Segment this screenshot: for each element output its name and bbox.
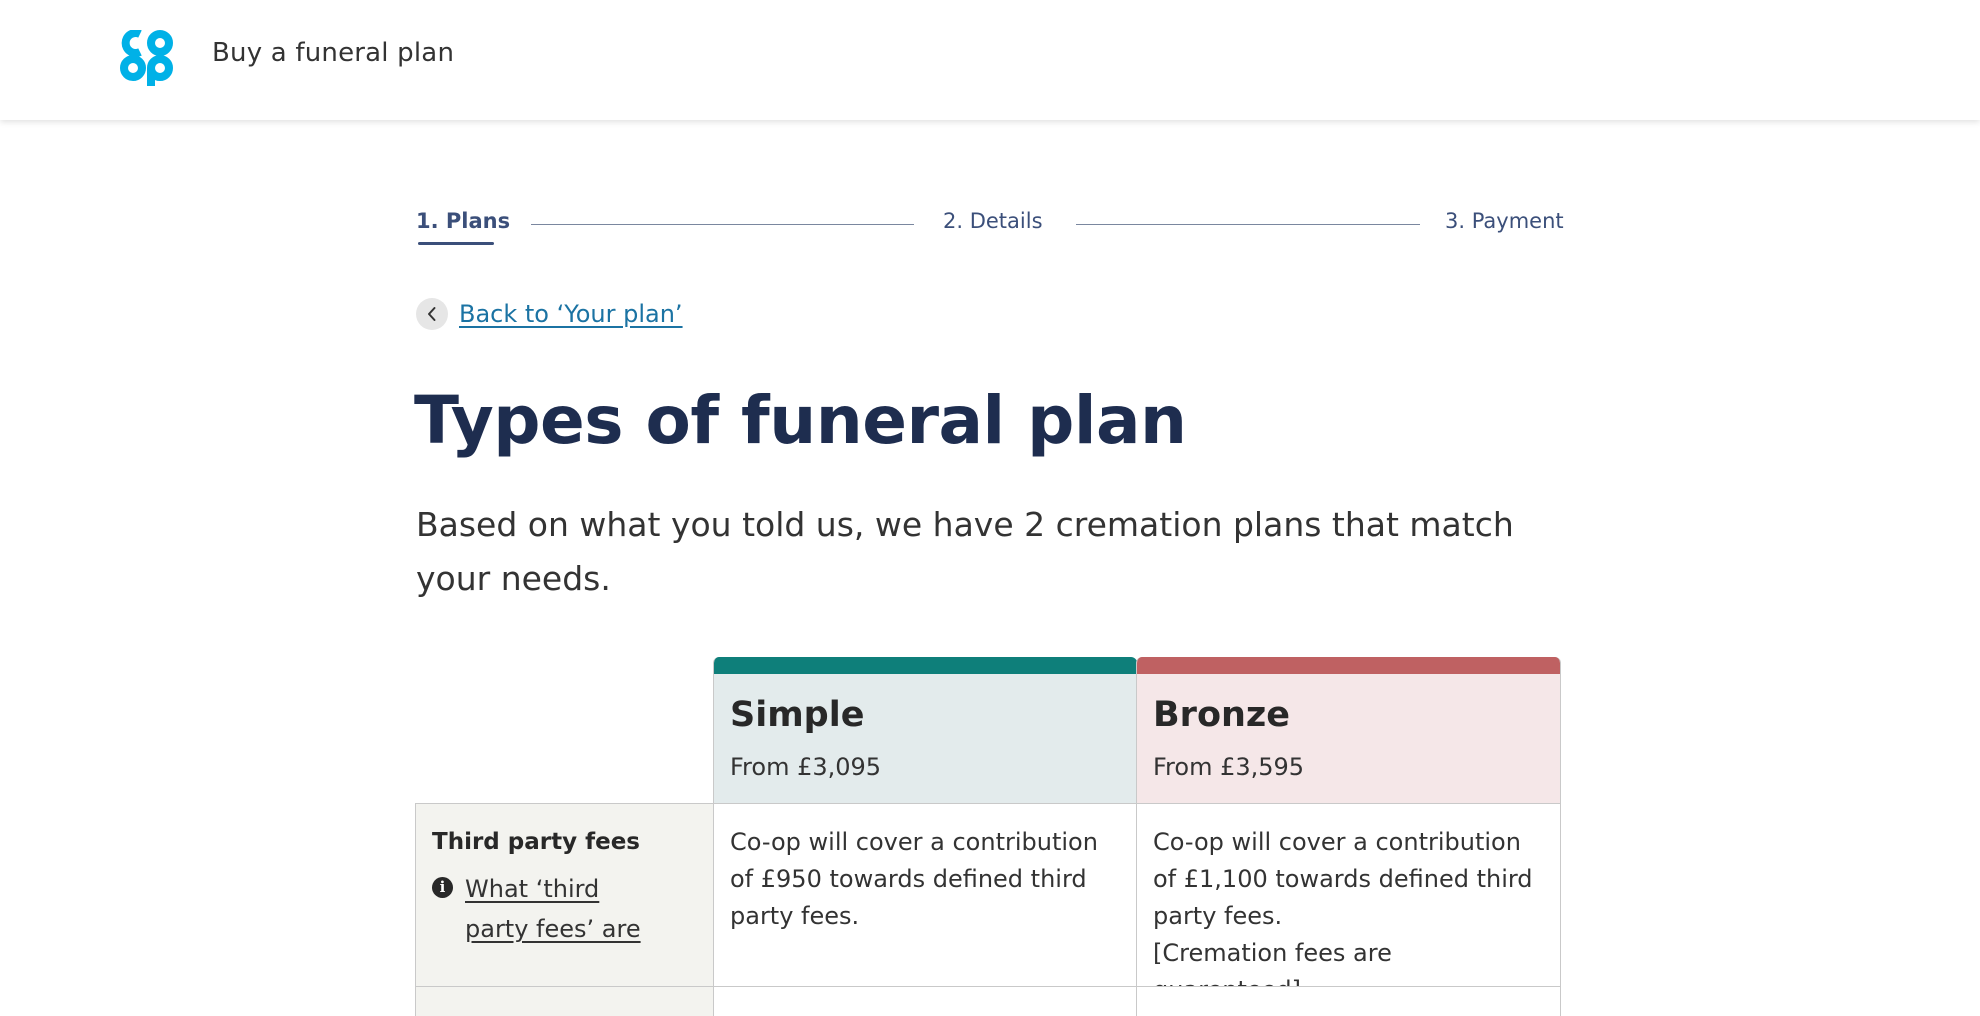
cell-text: Co-op will cover a contribution of £950 … [730,828,1098,930]
bronze-plan-cell [1136,986,1561,1016]
bronze-plan-cell: Co-op will cover a contribution of £1,10… [1136,803,1561,1004]
lead-paragraph: Based on what you told us, we have 2 cre… [416,505,1514,598]
plan-price: From £3,095 [730,753,882,781]
plan-accent-bar [1137,657,1560,674]
back-link[interactable]: Back to ‘Your plan’ [416,298,683,330]
plan-price: From £3,595 [1153,753,1305,781]
step-details: 2. Details [943,209,1043,233]
progress-steps: 1. Plans 2. Details 3. Payment [416,205,1564,245]
table-row [415,986,1561,1016]
help-link-label[interactable]: What ‘third party fees’ are [465,869,665,949]
plan-accent-bar [714,657,1137,674]
step-divider [531,224,914,225]
plan-header-bronze: Bronze From £3,595 [1136,657,1561,803]
info-icon: i [432,877,453,898]
simple-plan-cell: Co-op will cover a contribution of £950 … [713,803,1137,987]
third-party-fees-help-link[interactable]: i What ‘third party fees’ are [432,869,698,949]
active-step-indicator [418,242,494,245]
coop-logo[interactable] [120,29,174,86]
step-divider [1076,224,1420,225]
cell-text: Co-op will cover a contribution of £1,10… [1153,828,1533,930]
service-name[interactable]: Buy a funeral plan [212,38,454,68]
page-title: Types of funeral plan [414,382,1187,459]
step-plans[interactable]: 1. Plans [416,209,510,233]
simple-plan-cell [713,986,1137,1016]
row-label: Third party fees [432,829,640,855]
plan-header-simple: Simple From £3,095 [713,657,1137,803]
plan-comparison-table: Simple From £3,095 Bronze From £3,595 Th… [415,657,1561,1016]
chevron-left-icon [416,298,448,330]
site-header: Buy a funeral plan [0,0,1980,120]
step-payment: 3. Payment [1445,209,1564,233]
plan-name: Bronze [1153,695,1291,735]
table-row: Third party fees i What ‘third party fee… [415,803,1561,1004]
plan-name: Simple [730,695,865,735]
row-label-cell: Third party fees i What ‘third party fee… [415,803,714,987]
back-link-label[interactable]: Back to ‘Your plan’ [459,300,683,328]
row-label-cell [415,986,714,1016]
